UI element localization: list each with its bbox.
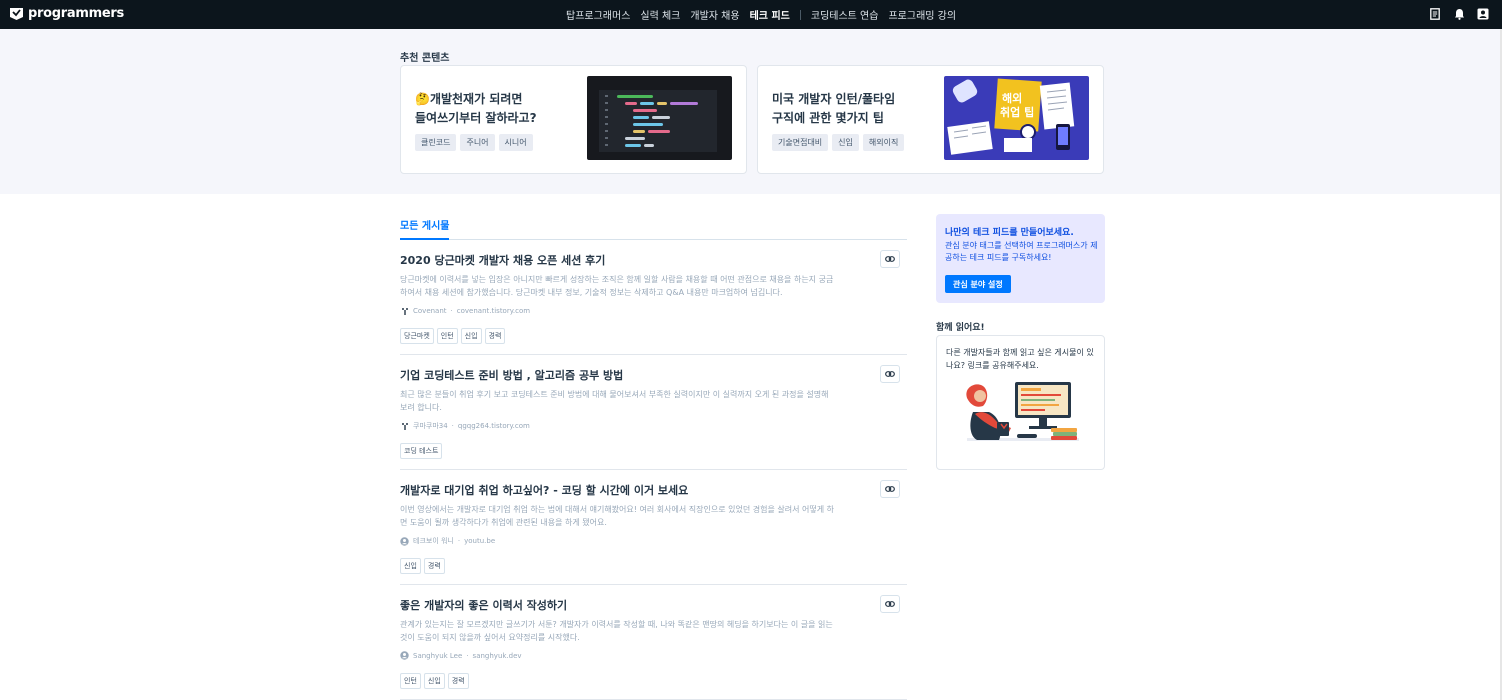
feed-post: 개발자로 대기업 취업 하고싶어? - 코딩 할 시간에 이거 보세요 이번 영…: [400, 470, 907, 585]
post-tags: 당근마켓 인턴 신입 경력: [400, 328, 506, 344]
promo-description: 관심 분야 태그를 선택하여 프로그래머스가 제공하는 테크 피드를 구독하세요…: [945, 241, 1098, 262]
share-link-description: 다른 개발자들과 함께 읽고 싶은 게시물이 있나요? 링크를 공유해주세요.: [946, 348, 1094, 370]
author-logo-icon: [400, 306, 409, 315]
tag[interactable]: 신입: [832, 134, 859, 151]
post-tag[interactable]: 당근마켓: [400, 328, 434, 344]
tag[interactable]: 클린코드: [415, 134, 457, 151]
post-source[interactable]: covenant.tistory.com: [457, 307, 530, 315]
top-navigation-bar: programmers 탑프로그래머스 실력 체크 개발자 채용 테크 피드 코…: [0, 0, 1502, 29]
nav-coding-test[interactable]: 코딩테스트 연습: [811, 7, 879, 22]
post-author[interactable]: 쿠마쿠마34: [413, 421, 448, 431]
post-tag[interactable]: 신입: [423, 673, 445, 689]
tag[interactable]: 기술면접대비: [772, 134, 829, 151]
logo[interactable]: programmers: [9, 6, 124, 21]
recommended-card-title: 미국 개발자 인턴/풀타임 구직에 관한 몇가지 팁: [772, 92, 896, 125]
post-meta: 테크보이 워니 · youtu.be: [400, 536, 907, 546]
recommended-title: 추천 콘텐츠: [400, 53, 450, 64]
logo-text: programmers: [28, 6, 124, 21]
nav-developer-jobs[interactable]: 개발자 채용: [690, 7, 739, 22]
thumbnail-text-line1: 해외: [1002, 91, 1022, 105]
nav-top-programmers[interactable]: 탑프로그래머스: [566, 7, 630, 22]
post-title[interactable]: 좋은 개발자의 좋은 이력서 작성하기: [400, 597, 907, 613]
header-actions: [1428, 7, 1490, 21]
recommended-card[interactable]: 🤔개발천재가 되려면 들여쓰기부터 잘하라고? 클린코드 주니어 시니어: [400, 65, 747, 174]
nav-divider: [799, 9, 801, 20]
tag[interactable]: 시니어: [498, 134, 533, 151]
post-author[interactable]: 테크보이 워니: [413, 536, 454, 546]
copy-link-button[interactable]: [880, 595, 900, 613]
thumbnail-text-line2: 취업 팁: [1000, 105, 1034, 119]
post-title[interactable]: 기업 코딩테스트 준비 방법 , 알고리즘 공부 방법: [400, 367, 907, 383]
developer-illustration: [966, 382, 1079, 441]
post-tag[interactable]: 코딩 테스트: [400, 443, 443, 459]
post-source[interactable]: qgqg264.tistory.com: [458, 422, 530, 430]
promo-title: 나만의 테크 피드를 만들어보세요.: [945, 228, 1074, 238]
copy-link-button[interactable]: [880, 250, 900, 268]
post-tag[interactable]: 인턴: [400, 673, 421, 689]
post-source[interactable]: sanghyuk.dev: [473, 652, 522, 660]
share-link-card[interactable]: 다른 개발자들과 함께 읽고 싶은 게시물이 있나요? 링크를 공유해주세요.: [936, 335, 1105, 470]
author-avatar-icon: [400, 651, 409, 660]
recommended-card[interactable]: 미국 개발자 인턴/풀타임 구직에 관한 몇가지 팁 기술면접대비 신입 해외이…: [757, 65, 1104, 174]
recommended-card-tags: 클린코드 주니어 시니어: [415, 134, 533, 151]
post-author[interactable]: Covenant: [413, 307, 447, 315]
nav-tech-feed[interactable]: 테크 피드: [750, 7, 790, 22]
post-description: 이번 영상에서는 개발자로 대기업 취업 하는 법에 대해서 얘기해봤어요! 여…: [400, 505, 834, 527]
feed-list: 모든 게시물 2020 당근마켓 개발자 채용 오픈 세션 후기 당근마켓에 이…: [400, 214, 907, 700]
interest-settings-button[interactable]: 관심 분야 설정: [945, 275, 1011, 293]
meta-separator: ·: [450, 306, 453, 315]
post-tag[interactable]: 신입: [460, 328, 482, 344]
post-tags: 코딩 테스트: [400, 443, 443, 459]
post-description: 당근마켓에 이력서를 넣는 입장은 아니지만 빠르게 성장하는 조직은 함께 일…: [400, 275, 834, 297]
post-tag[interactable]: 인턴: [436, 328, 458, 344]
post-tags: 인턴 신입 경력: [400, 673, 469, 689]
meta-separator: ·: [457, 537, 461, 545]
feed-post: 기업 코딩테스트 준비 방법 , 알고리즘 공부 방법 최근 많은 분들이 취업…: [400, 355, 907, 470]
post-title[interactable]: 개발자로 대기업 취업 하고싶어? - 코딩 할 시간에 이거 보세요: [400, 482, 907, 498]
post-source[interactable]: youtu.be: [464, 537, 495, 545]
user-icon[interactable]: [1476, 7, 1490, 21]
post-description: 최근 많은 분들이 취업 후기 보고 코딩테스트 준비 방법에 대해 물어보셔서…: [400, 390, 829, 412]
copy-link-button[interactable]: [880, 365, 900, 383]
copy-link-button[interactable]: [880, 480, 900, 498]
code-editor-thumbnail: [587, 76, 732, 160]
meta-separator: ·: [451, 422, 454, 430]
read-together-title: 함께 읽어요!: [936, 323, 985, 333]
tech-feed-promo: 나만의 테크 피드를 만들어보세요. 관심 분야 태그를 선택하여 프로그래머스…: [936, 214, 1105, 303]
logo-icon: [10, 7, 23, 20]
post-tags: 신입 경력: [400, 558, 445, 574]
author-avatar-icon: [400, 536, 409, 546]
link-icon: [885, 256, 895, 262]
post-meta: Covenant · covenant.tistory.com: [400, 306, 907, 315]
post-meta: Sanghyuk Lee · sanghyuk.dev: [400, 651, 907, 660]
job-tips-thumbnail: 해외 취업 팁: [944, 76, 1089, 160]
post-tag[interactable]: 경력: [447, 673, 469, 689]
bell-icon[interactable]: [1452, 7, 1466, 21]
tag[interactable]: 주니어: [460, 134, 495, 151]
main-nav: 탑프로그래머스 실력 체크 개발자 채용 테크 피드 코딩테스트 연습 프로그래…: [566, 0, 956, 29]
post-tag[interactable]: 경력: [423, 558, 445, 574]
meta-separator: ·: [466, 651, 469, 660]
recommended-card-tags: 기술면접대비 신입 해외이직: [772, 134, 905, 151]
link-icon: [885, 486, 895, 492]
post-author[interactable]: Sanghyuk Lee: [413, 652, 462, 660]
recommended-section: [0, 29, 1502, 194]
link-icon: [885, 371, 895, 377]
feed-post: 좋은 개발자의 좋은 이력서 작성하기 관계가 있는지는 잘 모르겠지만 글쓰기…: [400, 585, 907, 700]
post-tag[interactable]: 신입: [400, 558, 421, 574]
post-title[interactable]: 2020 당근마켓 개발자 채용 오픈 세션 후기: [400, 252, 907, 268]
nav-skill-check[interactable]: 실력 체크: [640, 7, 680, 22]
feed-post: 2020 당근마켓 개발자 채용 오픈 세션 후기 당근마켓에 이력서를 넣는 …: [400, 240, 907, 355]
author-logo-icon: [400, 422, 409, 431]
document-icon[interactable]: [1428, 7, 1442, 21]
nav-lectures[interactable]: 프로그래밍 강의: [888, 7, 956, 22]
tag[interactable]: 해외이직: [862, 134, 905, 151]
post-description: 관계가 있는지는 잘 모르겠지만 글쓰기가 서툰? 개발자가 이력서를 작성할 …: [400, 620, 833, 642]
recommended-card-title: 🤔개발천재가 되려면 들여쓰기부터 잘하라고?: [415, 92, 537, 125]
post-meta: 쿠마쿠마34 · qgqg264.tistory.com: [400, 421, 907, 431]
link-icon: [885, 601, 895, 607]
tab-all-posts[interactable]: 모든 게시물: [400, 217, 450, 240]
post-tag[interactable]: 경력: [484, 328, 506, 344]
